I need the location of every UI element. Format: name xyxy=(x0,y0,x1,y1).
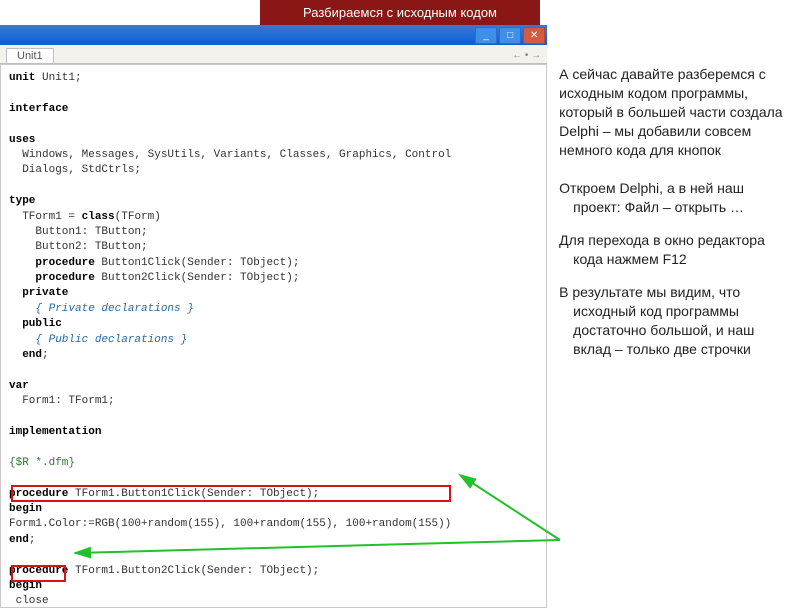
code-keyword: begin xyxy=(9,503,42,515)
minimize-button[interactable]: _ xyxy=(475,27,497,44)
code-text: Button2: TButton; xyxy=(9,241,148,253)
code-keyword: type xyxy=(9,195,35,207)
intro-paragraph: А сейчас давайте разберемся с исходным к… xyxy=(559,65,788,159)
code-text: Form1.Color:=RGB(100+random(155), 100+ra… xyxy=(9,518,451,530)
code-keyword: implementation xyxy=(9,426,101,438)
code-text: Windows, Messages, SysUtils, Variants, C… xyxy=(9,149,451,161)
close-button[interactable]: ✕ xyxy=(523,27,545,44)
code-keyword: unit xyxy=(9,72,35,84)
code-text: Button1: TButton; xyxy=(9,226,148,238)
code-keyword: uses xyxy=(9,134,35,146)
code-keyword: interface xyxy=(9,103,68,115)
code-text: Button1Click(Sender: TObject); xyxy=(95,257,300,269)
editor-tab-bar: Unit1 ← • → xyxy=(0,45,547,64)
code-text: Dialogs, StdCtrls; xyxy=(9,164,141,176)
step-3: В результате мы видим, что исходный код … xyxy=(559,283,788,359)
code-keyword: public xyxy=(9,318,62,330)
code-text: close xyxy=(9,595,49,607)
step-2: Для перехода в окно редактора кода нажме… xyxy=(559,231,788,269)
code-keyword: class xyxy=(82,211,115,223)
code-keyword: procedure xyxy=(35,272,94,284)
code-editor-panel: _ □ ✕ Unit1 ← • → unit Unit1; interface … xyxy=(0,25,547,608)
code-text xyxy=(9,272,35,284)
highlight-box-1 xyxy=(11,485,451,502)
code-directive: {$R *.dfm} xyxy=(9,457,75,469)
code-text: Button2Click(Sender: TObject); xyxy=(95,272,300,284)
code-keyword: end xyxy=(9,349,42,361)
code-text: (TForm) xyxy=(115,211,161,223)
code-keyword: end xyxy=(9,534,29,546)
code-text: Unit1; xyxy=(35,72,81,84)
code-text: Form1: TForm1; xyxy=(9,395,115,407)
highlight-box-2 xyxy=(11,565,66,582)
tab-unit1[interactable]: Unit1 xyxy=(6,48,54,63)
step-1: Откроем Delphi, а в ней наш проект: Файл… xyxy=(559,179,788,217)
explanation-panel: А сейчас давайте разберемся с исходным к… xyxy=(547,25,800,608)
code-text: TForm1.Button2Click(Sender: TObject); xyxy=(68,565,319,577)
code-comment: { Private declarations } xyxy=(9,303,194,315)
code-text: TForm1 = xyxy=(9,211,82,223)
maximize-button[interactable]: □ xyxy=(499,27,521,44)
code-keyword: var xyxy=(9,380,29,392)
code-text xyxy=(9,257,35,269)
tab-nav-arrows[interactable]: ← • → xyxy=(512,50,541,61)
code-keyword: private xyxy=(9,287,68,299)
window-titlebar: _ □ ✕ xyxy=(0,25,547,45)
code-content: unit Unit1; interface uses Windows, Mess… xyxy=(0,64,547,608)
code-keyword: procedure xyxy=(35,257,94,269)
main-layout: _ □ ✕ Unit1 ← • → unit Unit1; interface … xyxy=(0,25,800,608)
slide-title: Разбираемся с исходным кодом xyxy=(260,0,540,25)
code-comment: { Public declarations } xyxy=(9,334,187,346)
